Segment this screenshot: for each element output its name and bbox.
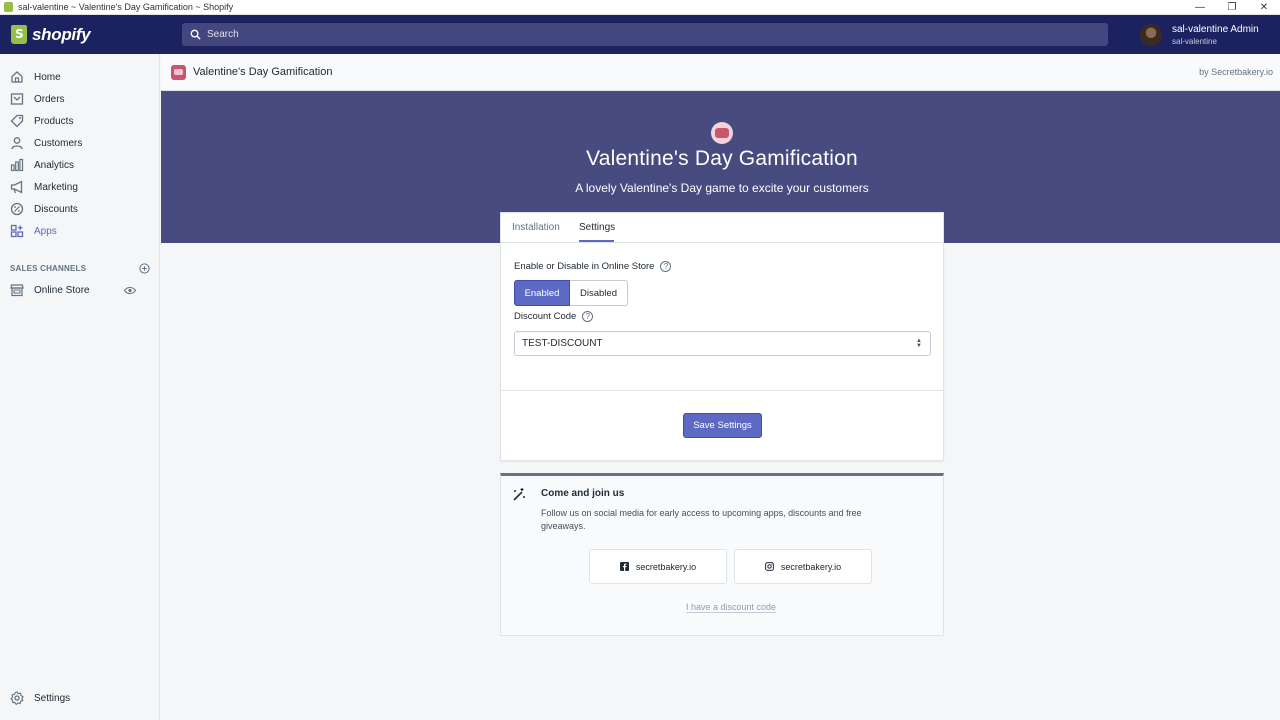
tag-icon [10, 114, 24, 128]
cake-logo-icon [711, 122, 733, 144]
search-input[interactable]: Search [182, 23, 1108, 46]
discount-code-select[interactable]: TEST-DISCOUNT ▲ ▼ [514, 331, 931, 356]
discount-field-label: Discount Code ? [514, 311, 594, 322]
discount-code-link[interactable]: I have a discount code [685, 602, 777, 613]
sidebar-item-apps[interactable]: Apps [0, 220, 160, 242]
home-icon [11, 71, 23, 83]
sidebar-item-label: Online Store [34, 284, 90, 296]
join-us-card: Come and join us Follow us on social med… [500, 473, 944, 636]
sidebar-item-products[interactable]: Products [0, 110, 160, 132]
app-header: Valentine's Day Gamification by Secretba… [161, 54, 1280, 91]
sidebar-item-label: Apps [34, 225, 57, 237]
gear-icon [10, 691, 24, 705]
sidebar-item-home[interactable]: Home [0, 66, 160, 88]
help-icon[interactable]: ? [660, 261, 672, 272]
enable-field-label: Enable or Disable in Online Store ? [514, 261, 672, 272]
active-tab-indicator [579, 240, 614, 242]
avatar [1140, 23, 1162, 46]
sidebar-item-marketing[interactable]: Marketing [0, 176, 160, 198]
sales-channels-label: SALES CHANNELS [10, 264, 87, 273]
instagram-button[interactable]: secretbakery.io [734, 549, 872, 584]
tab-settings[interactable]: Settings [579, 222, 615, 233]
sidebar-item-label: Customers [34, 137, 83, 149]
person-icon [11, 137, 23, 150]
window-title: sal-valentine ~ Valentine's Day Gamifica… [18, 2, 234, 12]
restore-button[interactable]: ❐ [1216, 0, 1248, 15]
sidebar-item-discounts[interactable]: Discounts [0, 198, 160, 220]
facebook-icon [619, 562, 629, 571]
magic-wand-icon [513, 488, 525, 501]
instagram-label: secretbakery.io [780, 561, 842, 572]
save-settings-button[interactable]: Save Settings [683, 413, 762, 438]
bar-chart-icon [10, 158, 24, 172]
select-arrows-icon: ▲ ▼ [916, 338, 922, 349]
settings-card: Installation Settings Enable or Disable … [500, 212, 944, 461]
instagram-icon [764, 562, 774, 571]
shopify-app-icon [4, 2, 13, 12]
account-store: sal-valentine [1172, 36, 1217, 46]
hero-title: Valentine's Day Gamification [586, 147, 858, 170]
add-channel-icon[interactable] [139, 263, 150, 274]
sidebar-item-label: Products [34, 115, 74, 127]
store-icon [10, 284, 24, 297]
search-icon [190, 29, 201, 40]
discount-icon [10, 202, 24, 216]
window-titlebar: sal-valentine ~ Valentine's Day Gamifica… [0, 0, 1280, 15]
close-window-button[interactable]: ✕ [1248, 0, 1280, 15]
shopify-logo[interactable]: shopify [0, 15, 160, 54]
sidebar-item-label: Discounts [34, 203, 78, 215]
enable-label-text: Enable or Disable in Online Store [514, 261, 655, 272]
apps-icon [10, 224, 24, 238]
sales-channels-header: SALES CHANNELS [10, 263, 150, 274]
sidebar-item-online-store[interactable]: Online Store [0, 279, 160, 301]
sidebar: Home Orders Products Customers Analytics… [0, 54, 160, 720]
disabled-button[interactable]: Disabled [570, 280, 628, 306]
app-developer-link[interactable]: by Secretbakery.io [1199, 67, 1273, 77]
hero-subtitle: A lovely Valentine's Day game to excite … [575, 181, 869, 195]
join-title: Come and join us [541, 488, 625, 499]
orders-icon [10, 93, 24, 105]
shopify-bag-icon [11, 25, 27, 44]
app-logo-icon [171, 64, 186, 80]
megaphone-icon [10, 180, 23, 194]
sidebar-item-label: Home [34, 71, 61, 83]
sidebar-item-analytics[interactable]: Analytics [0, 154, 160, 176]
app-header-title: Valentine's Day Gamification [193, 66, 333, 78]
facebook-button[interactable]: secretbakery.io [589, 549, 727, 584]
sidebar-item-label: Analytics [34, 159, 75, 171]
search-placeholder: Search [207, 29, 239, 40]
tab-installation[interactable]: Installation [512, 222, 560, 233]
enabled-button[interactable]: Enabled [514, 280, 570, 306]
discount-label-text: Discount Code [514, 311, 577, 322]
top-bar: shopify Search sal-valentine Admin sal-v… [0, 15, 1280, 54]
card-divider [501, 390, 943, 391]
help-icon[interactable]: ? [582, 311, 594, 322]
discount-code-link-row: I have a discount code [501, 602, 961, 613]
account-menu[interactable]: sal-valentine Admin sal-valentine [1140, 15, 1259, 54]
minimize-button[interactable]: — [1184, 0, 1216, 15]
sidebar-item-label: Settings [34, 692, 71, 704]
account-name: sal-valentine Admin [1172, 23, 1259, 35]
eye-icon[interactable] [124, 286, 136, 295]
tab-bar: Installation Settings [501, 213, 943, 243]
sidebar-item-settings[interactable]: Settings [0, 687, 160, 709]
sidebar-item-label: Marketing [34, 181, 78, 193]
facebook-label: secretbakery.io [635, 561, 697, 572]
discount-code-value: TEST-DISCOUNT [522, 338, 603, 349]
logo-text: shopify [32, 24, 91, 44]
sidebar-item-customers[interactable]: Customers [0, 132, 160, 154]
join-description: Follow us on social media for early acce… [541, 508, 862, 531]
sidebar-item-label: Orders [34, 93, 65, 105]
sidebar-item-orders[interactable]: Orders [0, 88, 160, 110]
enable-toggle-group: Enabled Disabled [514, 280, 628, 306]
